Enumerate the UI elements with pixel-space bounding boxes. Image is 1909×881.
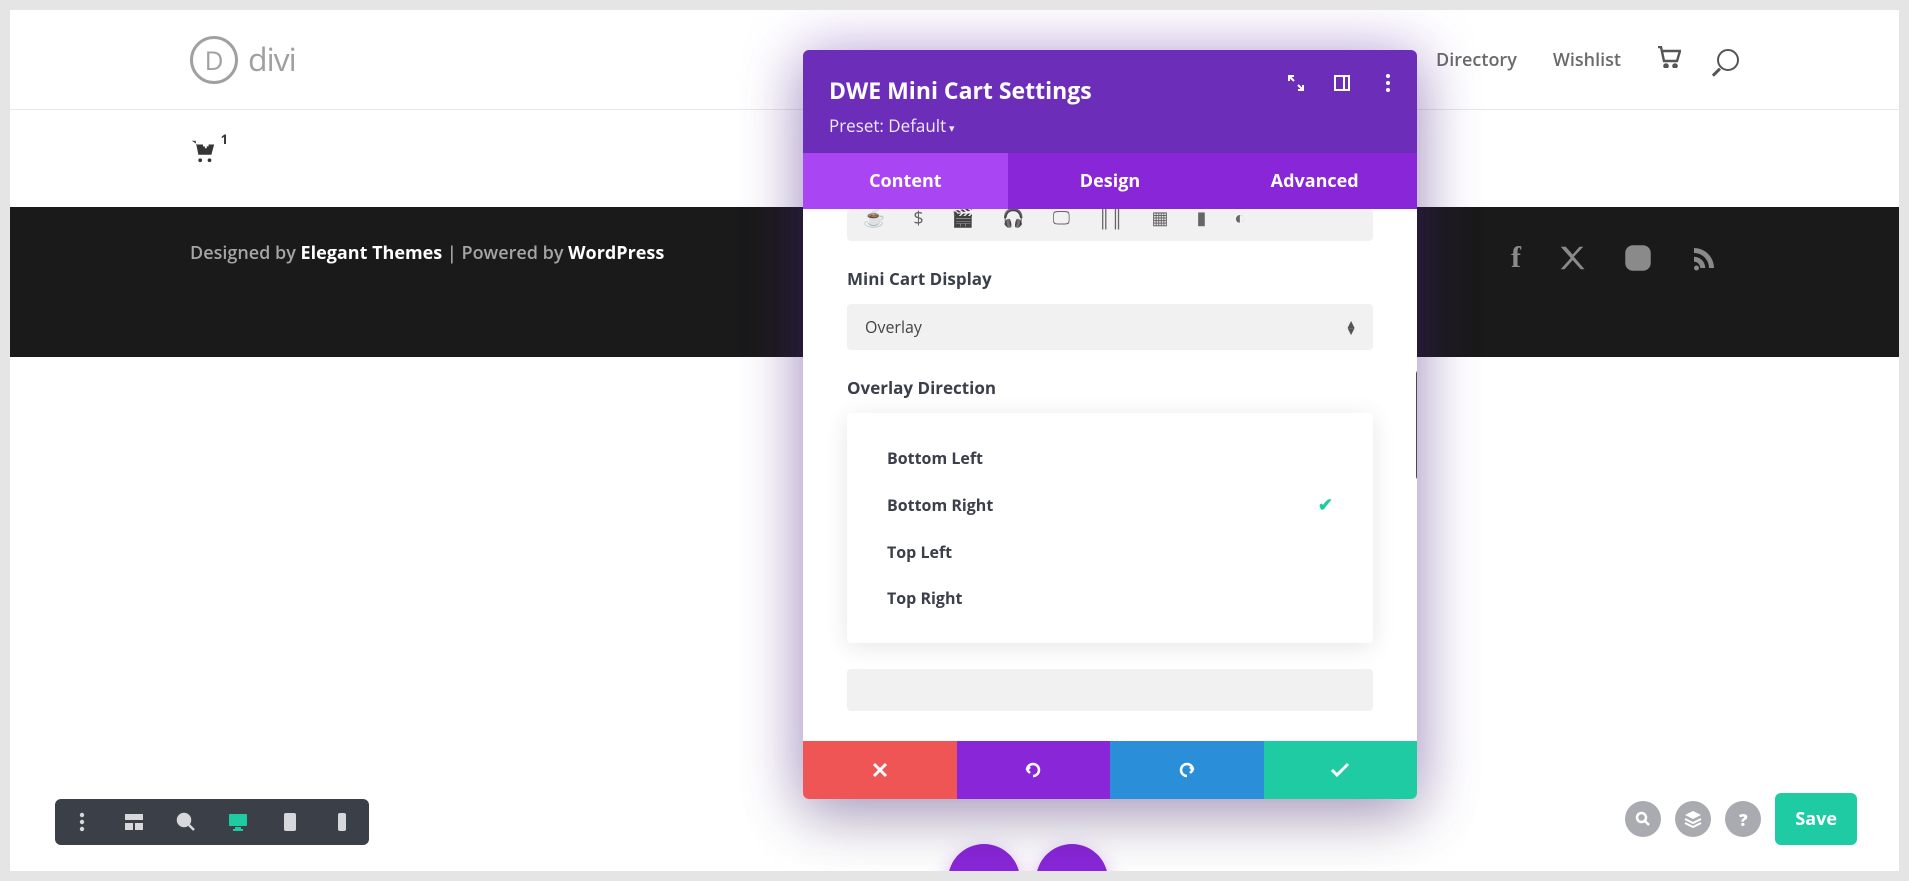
- logo-mark: D: [190, 36, 238, 84]
- help-button[interactable]: ?: [1725, 801, 1761, 837]
- option-top-right[interactable]: Top Right: [847, 575, 1373, 621]
- tab-design[interactable]: Design: [1008, 153, 1213, 209]
- tablet-view-icon[interactable]: [279, 811, 301, 833]
- scrollbar[interactable]: [1416, 370, 1417, 480]
- cancel-button[interactable]: [803, 741, 957, 799]
- option-bottom-left[interactable]: Bottom Left: [847, 435, 1373, 481]
- builder-toolbar: [55, 799, 369, 845]
- footer-brand-link[interactable]: Elegant Themes: [301, 241, 443, 265]
- option-top-left[interactable]: Top Left: [847, 529, 1373, 575]
- layers-button[interactable]: [1675, 801, 1711, 837]
- site-logo[interactable]: D divi: [190, 36, 296, 84]
- search-icon[interactable]: [1717, 49, 1739, 71]
- logo-text: divi: [248, 38, 296, 81]
- tab-advanced[interactable]: Advanced: [1212, 153, 1417, 209]
- add-row-button[interactable]: [1036, 844, 1108, 871]
- screen-icon[interactable]: 🖵: [1053, 209, 1070, 230]
- undo-button[interactable]: [957, 741, 1111, 799]
- expand-icon[interactable]: [1287, 74, 1305, 92]
- coffee-icon[interactable]: ☕: [863, 209, 885, 230]
- page-icon[interactable]: ▮: [1196, 209, 1206, 230]
- direction-label: Overlay Direction: [847, 376, 1373, 399]
- module-settings-modal: DWE Mini Cart Settings Preset: Default C…: [803, 50, 1417, 799]
- facebook-icon[interactable]: f: [1511, 241, 1521, 275]
- video-icon[interactable]: 🎬: [952, 209, 974, 230]
- tab-content[interactable]: Content: [803, 153, 1008, 209]
- nav-directory[interactable]: Directory: [1436, 48, 1517, 72]
- display-select[interactable]: Overlay ▲▼: [847, 304, 1373, 350]
- field-placeholder: [847, 669, 1373, 711]
- kebab-icon[interactable]: [1379, 74, 1397, 92]
- preset-selector[interactable]: Preset: Default: [829, 114, 1391, 137]
- save-button[interactable]: Save: [1775, 793, 1857, 845]
- option-bottom-right[interactable]: Bottom Right✔: [847, 481, 1373, 529]
- headphones-icon[interactable]: 🎧: [1002, 209, 1024, 230]
- icon-picker-strip[interactable]: ☕ $ 🎬 🎧 🖵 ║║ ▦ ▮ ◐: [847, 209, 1373, 241]
- redo-button[interactable]: [1110, 741, 1264, 799]
- check-icon: ✔: [1318, 493, 1333, 517]
- bars-icon[interactable]: ║║: [1098, 209, 1124, 230]
- modal-header: DWE Mini Cart Settings Preset: Default: [803, 50, 1417, 153]
- add-section-button[interactable]: [948, 844, 1020, 871]
- modal-tabs: Content Design Advanced: [803, 153, 1417, 209]
- cart-count-badge: 1: [221, 130, 228, 148]
- field-mini-cart-display: Mini Cart Display Overlay ▲▼: [847, 267, 1373, 350]
- instagram-icon[interactable]: [1623, 243, 1653, 273]
- snap-icon[interactable]: [1333, 74, 1351, 92]
- footer-social: f: [1511, 241, 1719, 275]
- footer-platform-link[interactable]: WordPress: [568, 241, 664, 265]
- menu-icon[interactable]: [71, 811, 93, 833]
- bottom-right-controls: ? Save: [1625, 793, 1857, 845]
- display-label: Mini Cart Display: [847, 267, 1373, 290]
- rss-icon[interactable]: [1689, 243, 1719, 273]
- builder-add-buttons: [948, 844, 1108, 871]
- cart-icon[interactable]: [1657, 45, 1681, 75]
- desktop-view-icon[interactable]: [227, 811, 249, 833]
- confirm-button[interactable]: [1264, 741, 1418, 799]
- square-icon[interactable]: ▦: [1151, 209, 1168, 230]
- logo-letter: D: [205, 42, 224, 78]
- modal-body: ☕ $ 🎬 🎧 🖵 ║║ ▦ ▮ ◐ Mini Cart Display Ove…: [803, 209, 1417, 741]
- primary-nav: Directory Wishlist: [1436, 45, 1739, 75]
- wireframe-icon[interactable]: [123, 811, 145, 833]
- select-arrows-icon: ▲▼: [1345, 320, 1357, 334]
- search-layers-button[interactable]: [1625, 801, 1661, 837]
- zoom-icon[interactable]: [175, 811, 197, 833]
- modal-footer: [803, 741, 1417, 799]
- mobile-view-icon[interactable]: [331, 811, 353, 833]
- direction-options: Bottom Left Bottom Right✔ Top Left Top R…: [847, 413, 1373, 643]
- mini-cart-button[interactable]: 1: [190, 138, 216, 169]
- shield-icon[interactable]: ◐: [1234, 209, 1245, 230]
- nav-wishlist[interactable]: Wishlist: [1553, 48, 1621, 72]
- x-twitter-icon[interactable]: [1557, 243, 1587, 273]
- footer-credits: Designed by Elegant Themes | Powered by …: [190, 241, 664, 265]
- dollar-icon[interactable]: $: [913, 209, 923, 230]
- field-overlay-direction: Overlay Direction Bottom Left Bottom Rig…: [847, 376, 1373, 643]
